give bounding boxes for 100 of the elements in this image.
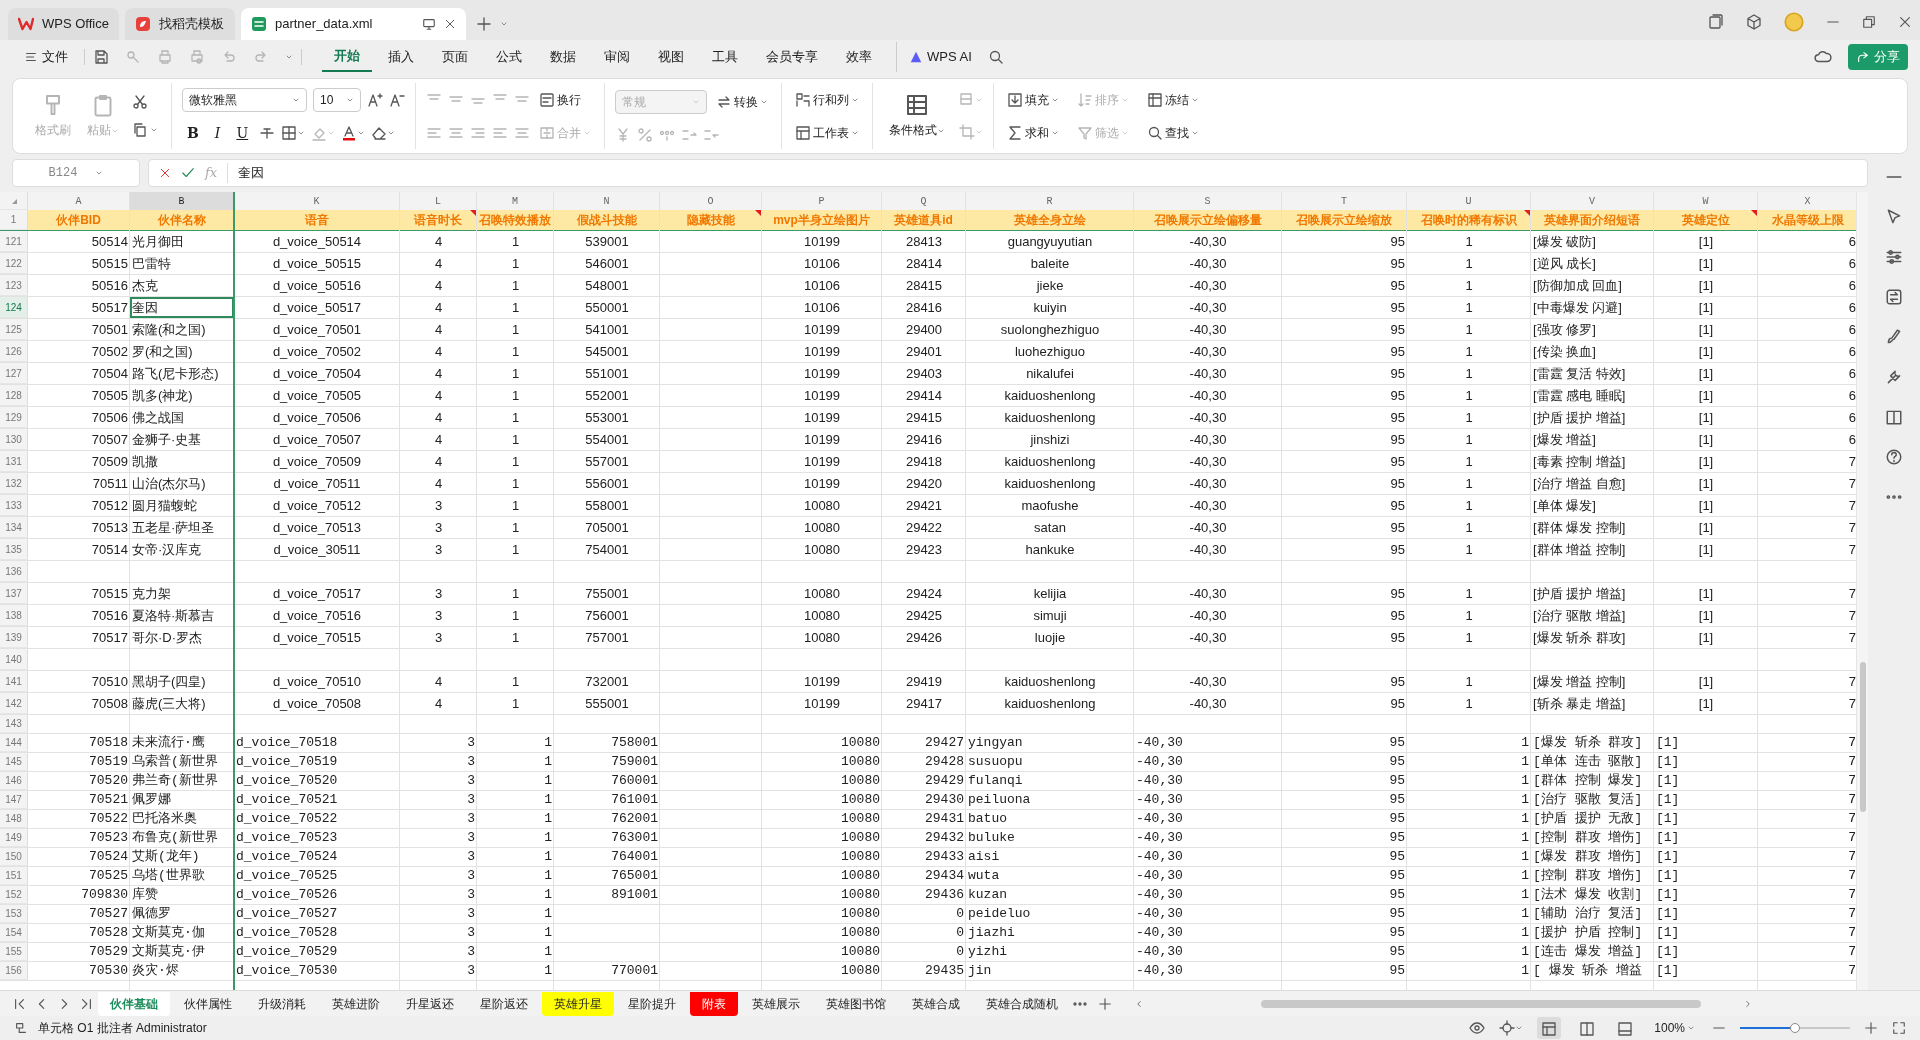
ai-button[interactable]: WPS AI bbox=[896, 42, 984, 72]
caret-icon[interactable] bbox=[95, 169, 104, 177]
italic-button[interactable]: I bbox=[209, 122, 226, 144]
row-number[interactable]: 129 bbox=[0, 407, 28, 428]
cursor-icon[interactable] bbox=[1885, 208, 1903, 226]
print-preview-icon[interactable] bbox=[189, 49, 205, 65]
row-number[interactable]: 130 bbox=[0, 429, 28, 450]
crosshair-icon[interactable] bbox=[1499, 1020, 1516, 1036]
ribbon-tab[interactable]: 公式 bbox=[484, 42, 534, 72]
conditional-format-button[interactable]: 条件格式 bbox=[883, 91, 951, 141]
print-icon[interactable] bbox=[157, 49, 173, 65]
row-number[interactable]: 149 bbox=[0, 829, 28, 847]
brush-icon[interactable] bbox=[1885, 328, 1903, 346]
row-number[interactable]: 155 bbox=[0, 943, 28, 961]
macro-icon[interactable] bbox=[14, 1021, 28, 1035]
column-letter[interactable]: B bbox=[130, 192, 234, 210]
worksheet-button[interactable]: 工作表 bbox=[792, 121, 862, 144]
sheet-tab[interactable]: 升星返还 bbox=[394, 991, 466, 1016]
row-number[interactable]: 152 bbox=[0, 886, 28, 904]
row-number[interactable]: 137 bbox=[0, 583, 28, 604]
borders-icon[interactable] bbox=[281, 125, 298, 142]
sheet-tab[interactable]: 英雄合成 bbox=[900, 991, 972, 1016]
row-number[interactable]: 133 bbox=[0, 495, 28, 516]
rows-columns-button[interactable]: 行和列 bbox=[792, 88, 862, 111]
ribbon-tab[interactable]: 效率 bbox=[834, 42, 884, 72]
column-letter[interactable]: O bbox=[660, 192, 762, 210]
row-number[interactable]: 126 bbox=[0, 341, 28, 362]
row-number[interactable]: 131 bbox=[0, 451, 28, 472]
sum-button[interactable]: 求和 bbox=[1004, 121, 1062, 144]
row-number[interactable]: 127 bbox=[0, 363, 28, 384]
row-number[interactable]: 125 bbox=[0, 319, 28, 340]
row-number[interactable]: 140 bbox=[0, 649, 28, 670]
row-number[interactable]: 143 bbox=[0, 715, 28, 733]
row-number[interactable]: 123 bbox=[0, 275, 28, 296]
sheet-tab[interactable]: 星阶返还 bbox=[468, 991, 540, 1016]
row-number[interactable]: 146 bbox=[0, 772, 28, 790]
sheet-tab[interactable]: 附表 bbox=[690, 991, 738, 1016]
save-icon[interactable] bbox=[93, 49, 109, 65]
help-icon[interactable] bbox=[1885, 448, 1903, 466]
search-icon[interactable] bbox=[987, 49, 1004, 65]
column-letter[interactable]: R bbox=[966, 192, 1134, 210]
column-letter[interactable]: M bbox=[477, 192, 554, 210]
zoom-level[interactable]: 100% bbox=[1651, 1017, 1698, 1039]
column-letter[interactable]: L bbox=[400, 192, 477, 210]
font-size-select[interactable]: 10 bbox=[313, 88, 361, 113]
row-number[interactable]: 142 bbox=[0, 693, 28, 714]
find-button[interactable]: 查找 bbox=[1144, 121, 1202, 144]
cube-icon[interactable] bbox=[1746, 14, 1762, 30]
eye-icon[interactable] bbox=[1469, 1020, 1486, 1036]
file-menu[interactable]: 文件 bbox=[12, 42, 80, 72]
scroll-left-icon[interactable] bbox=[1134, 998, 1144, 1009]
monitor-icon[interactable] bbox=[421, 17, 436, 31]
sheet-tab[interactable]: 英雄合成随机 bbox=[974, 991, 1070, 1016]
caret-icon[interactable] bbox=[285, 53, 293, 61]
row-number[interactable]: 151 bbox=[0, 867, 28, 885]
fullscreen-icon[interactable] bbox=[1892, 1021, 1906, 1035]
first-sheet-icon[interactable] bbox=[13, 996, 27, 1011]
cancel-icon[interactable] bbox=[159, 167, 171, 179]
sheet-tab[interactable]: 英雄升星 bbox=[542, 991, 614, 1016]
row-number[interactable]: 138 bbox=[0, 605, 28, 626]
formula-field[interactable]: fx 奎因 bbox=[148, 159, 1868, 187]
windows-icon[interactable] bbox=[1708, 14, 1724, 30]
page-view-icon[interactable] bbox=[1617, 1020, 1634, 1037]
column-letter[interactable]: U bbox=[1407, 192, 1531, 210]
sheet-tab[interactable]: 伙伴属性 bbox=[172, 991, 244, 1016]
column-letter[interactable]: V bbox=[1531, 192, 1654, 210]
font-select[interactable]: 微软雅黑 bbox=[182, 88, 307, 113]
sliders-icon[interactable] bbox=[1885, 248, 1903, 266]
ribbon-tab[interactable]: 工具 bbox=[700, 42, 750, 72]
underline-button[interactable]: U bbox=[231, 122, 254, 144]
font-color-icon[interactable] bbox=[341, 125, 358, 142]
document-tab[interactable]: partner_data.xml bbox=[240, 8, 466, 40]
row-number[interactable]: 136 bbox=[0, 561, 28, 582]
column-letter[interactable]: K bbox=[234, 192, 400, 210]
row-number[interactable]: 145 bbox=[0, 753, 28, 771]
sheet-tab[interactable]: 英雄进阶 bbox=[320, 991, 392, 1016]
row-number[interactable]: 150 bbox=[0, 848, 28, 866]
column-letter[interactable]: Q bbox=[882, 192, 966, 210]
ribbon-tab[interactable]: 审阅 bbox=[592, 42, 642, 72]
eraser-icon[interactable] bbox=[371, 125, 388, 142]
column-letter[interactable]: P bbox=[762, 192, 882, 210]
crop-icon[interactable] bbox=[959, 124, 975, 140]
wrap-text-button[interactable]: 换行 bbox=[536, 88, 584, 111]
row-number[interactable]: 144 bbox=[0, 734, 28, 752]
book-icon[interactable] bbox=[1885, 408, 1903, 426]
share-button[interactable]: 分享 bbox=[1848, 44, 1908, 70]
bold-button[interactable]: B bbox=[182, 122, 204, 144]
sheet-tab[interactable]: 升级消耗 bbox=[246, 991, 318, 1016]
grow-font-icon[interactable] bbox=[367, 92, 383, 109]
row-number[interactable]: 124 bbox=[0, 297, 28, 318]
cell-style-icon[interactable] bbox=[959, 92, 975, 108]
wrench-icon[interactable] bbox=[1885, 368, 1903, 386]
shrink-font-icon[interactable] bbox=[389, 92, 405, 109]
close-icon[interactable] bbox=[443, 18, 456, 30]
scroll-right-icon[interactable] bbox=[1743, 998, 1753, 1009]
zoom-slider[interactable] bbox=[1740, 1022, 1850, 1034]
ribbon-tab[interactable]: 页面 bbox=[430, 42, 480, 72]
caret-icon[interactable] bbox=[499, 20, 508, 28]
sheet-tab[interactable]: 英雄图书馆 bbox=[814, 991, 898, 1016]
ribbon-tab[interactable]: 会员专享 bbox=[754, 42, 830, 72]
